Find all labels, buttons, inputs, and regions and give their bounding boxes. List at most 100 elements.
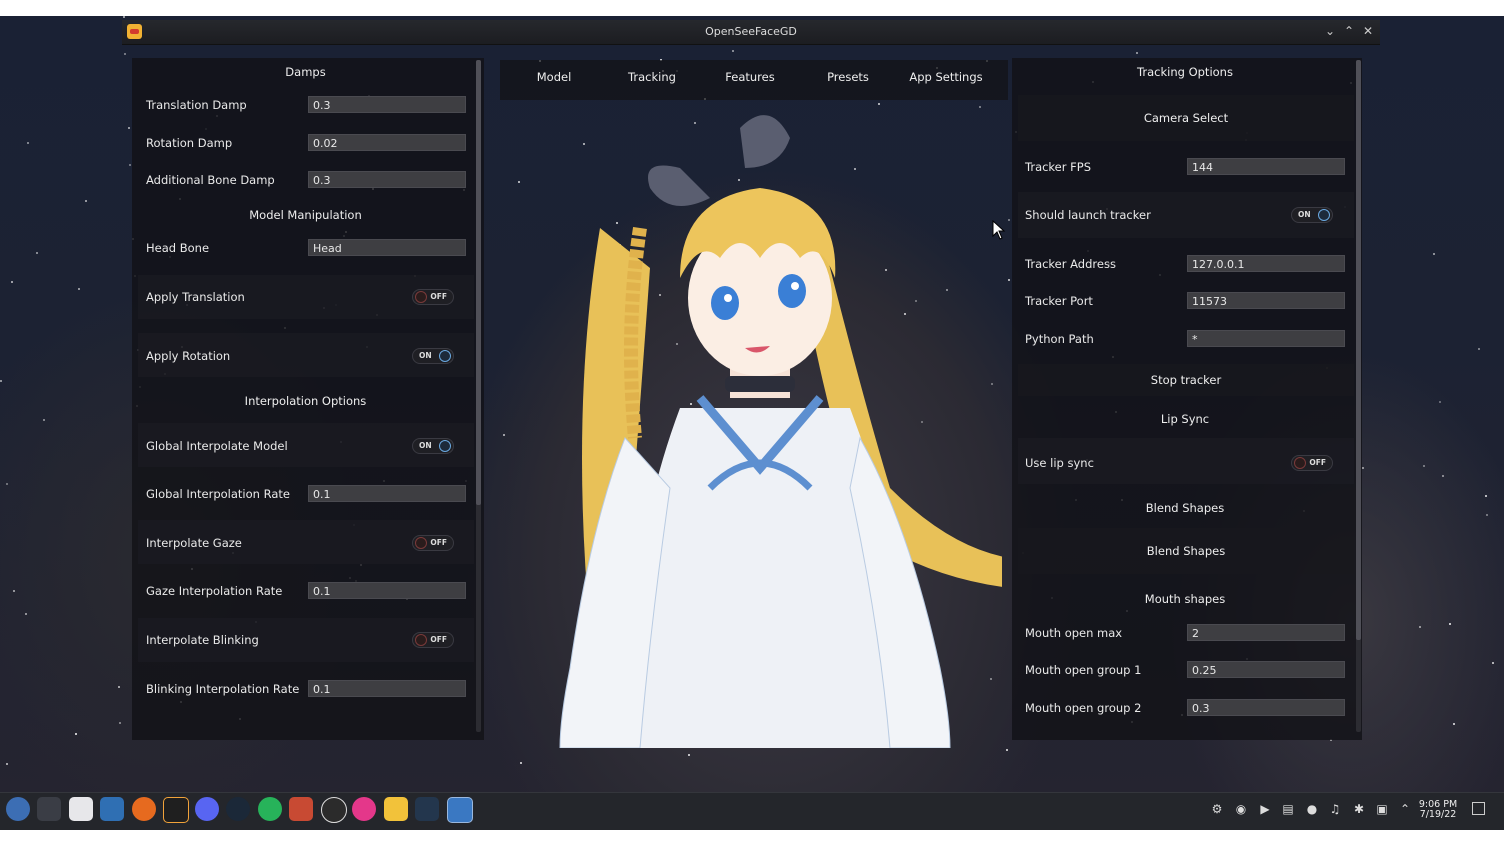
tab-model[interactable]: Model	[518, 70, 590, 88]
should-launch-tracker-label: Should launch tracker	[1025, 208, 1151, 222]
fedora-start-icon[interactable]	[6, 797, 30, 821]
star	[0, 379, 3, 382]
tab-features[interactable]: Features	[714, 70, 786, 88]
star	[5, 483, 8, 486]
firefox-icon[interactable]	[132, 797, 156, 821]
star	[1423, 464, 1426, 467]
star	[1448, 622, 1451, 625]
python-path-field[interactable]: *	[1187, 330, 1345, 347]
blinking-interpolation-rate-label: Blinking Interpolation Rate	[146, 682, 300, 696]
blinking-interpolation-rate-field[interactable]: 0.1	[308, 680, 466, 697]
obs-icon[interactable]	[321, 797, 347, 823]
star	[27, 142, 30, 145]
store-icon[interactable]	[69, 797, 93, 821]
tracker-fps-label: Tracker FPS	[1025, 160, 1091, 174]
right-panel-scrollbar[interactable]	[1356, 60, 1361, 732]
system-settings-icon[interactable]	[37, 797, 61, 821]
mouth-open-group-2-field[interactable]: 0.3	[1187, 699, 1345, 716]
interpolate-blinking-toggle[interactable]: OFF	[412, 632, 454, 648]
tracker-address-label: Tracker Address	[1025, 257, 1116, 271]
interpolate-blinking-label: Interpolate Blinking	[146, 633, 259, 647]
should-launch-tracker-toggle[interactable]: ON	[1291, 207, 1333, 223]
maximize-icon[interactable]: ⌃	[1341, 23, 1357, 39]
star	[1485, 513, 1488, 516]
model-viewport[interactable]	[530, 108, 1002, 748]
notifications-tray-icon[interactable]: ⚙	[1210, 802, 1224, 816]
title-bar[interactable]: OpenSeeFaceGD ⌄ ⌃ ✕	[122, 20, 1380, 45]
head-bone-field[interactable]: Head	[308, 239, 466, 256]
discord-icon[interactable]	[195, 797, 219, 821]
discord-tray-icon[interactable]: ◉	[1234, 802, 1248, 816]
tracker-port-field[interactable]: 11573	[1187, 292, 1345, 309]
godot-editor-icon[interactable]	[447, 797, 473, 823]
clock[interactable]: 9:06 PM 7/19/22	[1418, 800, 1458, 820]
interpolate-gaze-label: Interpolate Gaze	[146, 536, 242, 550]
translation-damp-field[interactable]: 0.3	[308, 96, 466, 113]
translation-damp-label: Translation Damp	[146, 98, 247, 112]
star	[687, 754, 690, 757]
blend-shapes-button[interactable]: Blend Shapes	[1018, 528, 1354, 574]
star	[25, 613, 28, 616]
brightness-icon[interactable]: ●	[1305, 802, 1319, 816]
mouth-open-group-1-field[interactable]: 0.25	[1187, 661, 1345, 678]
star	[1005, 749, 1008, 752]
apply-rotation-label: Apply Rotation	[146, 349, 231, 363]
close-icon[interactable]: ✕	[1360, 23, 1376, 39]
global-interpolate-model-toggle[interactable]: ON	[412, 438, 454, 454]
interpolate-gaze-toggle[interactable]: OFF	[412, 535, 454, 551]
tab-presets[interactable]: Presets	[812, 70, 884, 88]
gaze-interpolation-rate-label: Gaze Interpolation Rate	[146, 584, 283, 598]
camera-select-button[interactable]: Camera Select	[1018, 95, 1354, 141]
tracker-address-field[interactable]: 127.0.0.1	[1187, 255, 1345, 272]
media-player-icon[interactable]: ▶	[1258, 802, 1272, 816]
vscode-icon[interactable]	[415, 797, 439, 821]
krita-icon[interactable]	[352, 797, 376, 821]
star	[1418, 626, 1421, 629]
clipboard-icon[interactable]: ▤	[1281, 802, 1295, 816]
tracker-fps-field[interactable]: 144	[1187, 158, 1345, 175]
additional-bone-damp-field[interactable]: 0.3	[308, 171, 466, 188]
star	[36, 252, 39, 255]
openseeface-icon[interactable]	[384, 797, 408, 821]
apply-translation-toggle[interactable]: OFF	[412, 289, 454, 305]
additional-bone-damp-label: Additional Bone Damp	[146, 173, 275, 187]
tab-app-settings[interactable]: App Settings	[906, 70, 986, 88]
apply-rotation-toggle[interactable]: ON	[412, 348, 454, 364]
office-icon[interactable]	[289, 797, 313, 821]
star	[1484, 495, 1487, 498]
window-title: OpenSeeFaceGD	[705, 25, 797, 38]
mouth-open-group-1-label: Mouth open group 1	[1025, 663, 1142, 677]
screen-bottom-border	[0, 830, 1504, 846]
volume-icon[interactable]: ♫	[1328, 802, 1342, 816]
tab-tracking[interactable]: Tracking	[616, 70, 688, 88]
star	[43, 418, 46, 421]
global-interpolate-model-label: Global Interpolate Model	[146, 439, 288, 453]
clock-date: 7/19/22	[1419, 809, 1457, 820]
star	[77, 287, 80, 290]
mouth-open-group-2-label: Mouth open group 2	[1025, 701, 1142, 715]
star	[1439, 401, 1442, 404]
star	[10, 280, 13, 283]
rotation-damp-field[interactable]: 0.02	[308, 134, 466, 151]
sync-icon[interactable]	[258, 797, 282, 821]
stop-tracker-button[interactable]: Stop tracker	[1018, 364, 1354, 396]
expand-tray-icon[interactable]: ⌃	[1398, 802, 1412, 816]
left-panel-scrollbar[interactable]	[476, 60, 481, 732]
star	[1442, 475, 1445, 478]
show-desktop-icon[interactable]	[1472, 802, 1485, 815]
bluetooth-icon[interactable]: ✱	[1352, 802, 1366, 816]
gaze-interpolation-rate-field[interactable]: 0.1	[308, 582, 466, 599]
file-manager-icon[interactable]	[100, 797, 124, 821]
global-interpolation-rate-field[interactable]: 0.1	[308, 485, 466, 502]
steam-icon[interactable]	[226, 797, 250, 821]
star	[5, 763, 8, 766]
mouth-open-max-field[interactable]: 2	[1187, 624, 1345, 641]
use-lip-sync-label: Use lip sync	[1025, 456, 1094, 470]
use-lip-sync-toggle[interactable]: OFF	[1291, 455, 1333, 471]
minimize-icon[interactable]: ⌄	[1322, 23, 1338, 39]
network-icon[interactable]: ▣	[1375, 802, 1389, 816]
star	[117, 685, 120, 688]
inkscape-icon[interactable]	[163, 797, 189, 823]
model-manipulation-header: Model Manipulation	[249, 208, 362, 222]
star	[520, 762, 523, 765]
